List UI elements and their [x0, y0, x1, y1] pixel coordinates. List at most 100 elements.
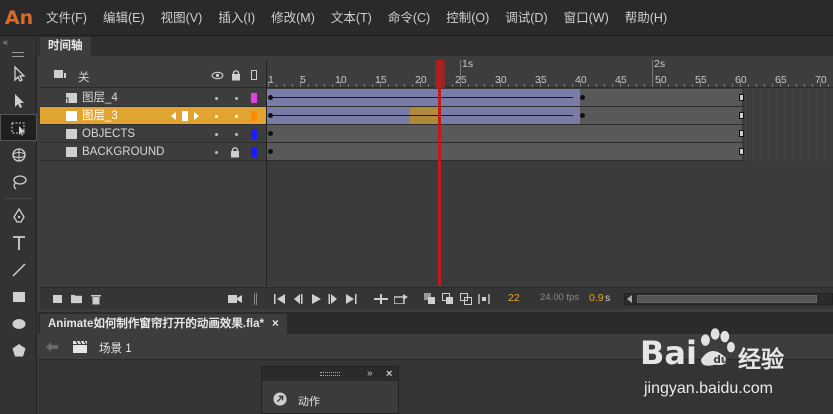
- current-frame-readout[interactable]: 22: [508, 292, 520, 304]
- layer-color-swatch[interactable]: [251, 147, 257, 157]
- ruler-label: 55: [695, 74, 707, 86]
- lock-dot[interactable]: [235, 115, 238, 118]
- center-frame-icon[interactable]: [374, 294, 388, 304]
- free-transform-tool[interactable]: [0, 114, 37, 141]
- timeline-frames[interactable]: 15101520253035404550556065701s2s: [266, 60, 833, 286]
- lock-dot[interactable]: [235, 133, 238, 136]
- layer-color-swatch[interactable]: [251, 111, 257, 121]
- lock-icon[interactable]: [230, 146, 240, 158]
- menu-insert[interactable]: 插入(I): [210, 0, 263, 36]
- static-frames[interactable]: [267, 143, 742, 160]
- end-frame[interactable]: [739, 112, 744, 119]
- collapse-panel-icon[interactable]: »: [367, 367, 373, 381]
- ruler-tick: [396, 84, 397, 87]
- frame-ruler[interactable]: 15101520253035404550556065701s2s: [267, 60, 833, 88]
- layer-row[interactable]: 图层_4: [40, 89, 266, 107]
- end-frame[interactable]: [739, 148, 744, 155]
- elapsed-time-readout[interactable]: 0.9: [589, 292, 604, 304]
- menu-file[interactable]: 文件(F): [38, 0, 95, 36]
- keyframe[interactable]: [268, 149, 273, 154]
- end-frame[interactable]: [739, 130, 744, 137]
- polystar-tool[interactable]: [0, 337, 37, 364]
- lasso-tool[interactable]: [0, 168, 37, 195]
- go-to-first-frame-icon[interactable]: [274, 294, 286, 304]
- play-icon[interactable]: [311, 294, 321, 304]
- camera-icon[interactable]: [228, 294, 242, 304]
- onion-skin-icon[interactable]: [424, 293, 436, 305]
- playhead[interactable]: [438, 60, 441, 286]
- visibility-dot[interactable]: [215, 97, 218, 100]
- text-tool[interactable]: [0, 229, 37, 256]
- menu-view[interactable]: 视图(V): [153, 0, 211, 36]
- step-forward-icon[interactable]: [327, 294, 339, 304]
- menu-edit[interactable]: 编辑(E): [95, 0, 153, 36]
- menu-control[interactable]: 控制(O): [438, 0, 497, 36]
- collapse-tools-icon[interactable]: «: [0, 36, 36, 48]
- actions-label[interactable]: 动作: [298, 393, 320, 409]
- onion-markers-icon[interactable]: [478, 293, 490, 305]
- tab-document[interactable]: Animate如何制作窗帘打开的动画效果.fla* ×: [40, 314, 287, 334]
- selection-tool[interactable]: [0, 60, 37, 87]
- layer-row[interactable]: 图层_3: [40, 107, 266, 125]
- visibility-dot[interactable]: [215, 133, 218, 136]
- lock-icon[interactable]: [231, 69, 241, 81]
- ruler-tick: [708, 84, 709, 87]
- oval-tool[interactable]: [0, 310, 37, 337]
- static-frames[interactable]: [580, 89, 742, 106]
- pen-tool[interactable]: [0, 202, 37, 229]
- eye-icon[interactable]: [211, 71, 224, 80]
- menu-commands[interactable]: 命令(C): [380, 0, 438, 36]
- keyframe[interactable]: [580, 95, 585, 100]
- line-tool[interactable]: [0, 256, 37, 283]
- new-layer-icon[interactable]: [52, 293, 64, 305]
- fps-readout[interactable]: 24.00 fps: [540, 292, 579, 303]
- actions-panel-header[interactable]: » ×: [262, 367, 398, 381]
- layer-folder-icon[interactable]: [54, 69, 68, 81]
- menu-text[interactable]: 文本(T): [323, 0, 380, 36]
- keyframe[interactable]: [580, 113, 585, 118]
- panel-grip-icon[interactable]: [320, 372, 340, 376]
- ruler-tick: [748, 84, 749, 87]
- close-icon[interactable]: ×: [272, 318, 279, 330]
- outline-icon[interactable]: [251, 70, 257, 80]
- trash-icon[interactable]: [90, 293, 102, 305]
- tools-grip-icon[interactable]: [0, 48, 36, 60]
- visibility-dot[interactable]: [215, 115, 218, 118]
- keyframe[interactable]: [268, 95, 273, 100]
- step-back-icon[interactable]: [292, 294, 304, 304]
- scroll-left-icon[interactable]: [627, 295, 632, 303]
- new-folder-icon[interactable]: [70, 293, 83, 304]
- menu-help[interactable]: 帮助(H): [617, 0, 675, 36]
- timeline-scrollbar[interactable]: [624, 293, 833, 305]
- lock-dot[interactable]: [235, 97, 238, 100]
- scroll-thumb[interactable]: [637, 295, 817, 303]
- keyframe[interactable]: [268, 113, 273, 118]
- rectangle-tool[interactable]: [0, 283, 37, 310]
- end-frame[interactable]: [739, 94, 744, 101]
- visibility-dot[interactable]: [215, 151, 218, 154]
- 3d-rotation-tool[interactable]: [0, 141, 37, 168]
- menu-debug[interactable]: 调试(D): [497, 0, 555, 36]
- edit-multiple-icon[interactable]: [460, 293, 472, 305]
- back-arrow-icon[interactable]: [46, 342, 58, 352]
- layer-color-swatch[interactable]: [251, 129, 257, 139]
- layer-row[interactable]: BACKGROUND: [40, 143, 266, 161]
- tab-timeline[interactable]: 时间轴: [40, 37, 91, 56]
- layer-row[interactable]: OBJECTS: [40, 125, 266, 143]
- close-icon[interactable]: ×: [386, 367, 392, 381]
- layer-color-swatch[interactable]: [251, 93, 257, 103]
- onion-outline-icon[interactable]: [442, 293, 454, 305]
- loop-icon[interactable]: [394, 294, 408, 304]
- actions-arrow-icon[interactable]: [273, 392, 287, 406]
- go-to-last-frame-icon[interactable]: [345, 294, 357, 304]
- scene-label[interactable]: 场景 1: [99, 340, 132, 356]
- layer-nav-icon[interactable]: [170, 111, 200, 121]
- static-frames[interactable]: [267, 125, 742, 142]
- menu-modify[interactable]: 修改(M): [263, 0, 323, 36]
- menu-window[interactable]: 窗口(W): [556, 0, 617, 36]
- actions-panel[interactable]: » × 动作: [261, 366, 399, 414]
- subselection-tool[interactable]: [0, 87, 37, 114]
- tools-panel: «: [0, 36, 37, 414]
- static-frames[interactable]: [580, 107, 742, 124]
- keyframe[interactable]: [268, 131, 273, 136]
